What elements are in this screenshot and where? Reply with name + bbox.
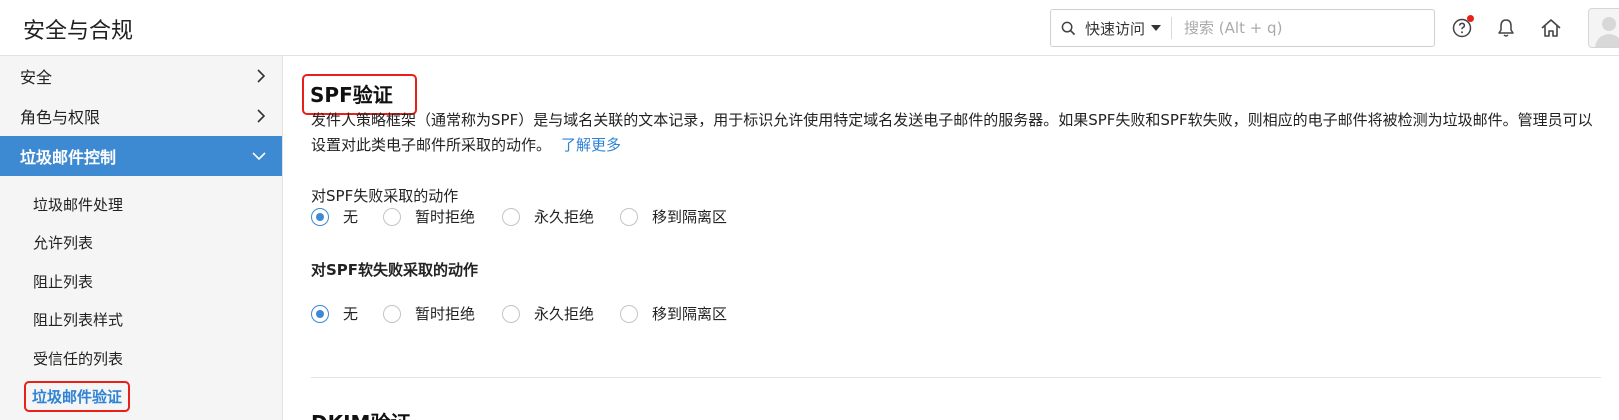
search-icon[interactable] <box>1051 21 1085 36</box>
avatar[interactable] <box>1588 8 1619 48</box>
radio-button[interactable] <box>311 207 329 226</box>
option-label: 移到隔离区 <box>652 208 728 226</box>
quick-access-label: 快速访问 <box>1085 19 1146 38</box>
sidebar-subitem-label: 垃圾邮件验证 <box>24 381 131 413</box>
search-input[interactable] <box>1184 19 1405 37</box>
option-label: 永久拒绝 <box>534 305 595 323</box>
sidebar-item-security[interactable]: 安全 <box>0 56 282 96</box>
sidebar-item-label: 安全 <box>20 68 53 87</box>
option-label: 无 <box>343 305 359 323</box>
sidebar-subitem-spam-verification[interactable]: 垃圾邮件验证 <box>0 378 282 417</box>
sidebar-subitem-trusted-list[interactable]: 受信任的列表 <box>0 339 282 378</box>
sidebar-subitem-spam-handling[interactable]: 垃圾邮件处理 <box>0 185 282 224</box>
sidebar-subitem-label: 阻止列表样式 <box>33 311 124 330</box>
sidebar-item-roles-permissions[interactable]: 角色与权限 <box>0 96 282 136</box>
radio-button[interactable] <box>502 304 520 323</box>
caret-down-icon <box>1151 25 1162 31</box>
spf-fail-option-perm-reject[interactable]: 永久拒绝 <box>502 206 620 227</box>
app-title: 安全与合规 <box>23 19 134 44</box>
radio-button[interactable] <box>383 207 401 226</box>
option-label: 暂时拒绝 <box>415 208 476 226</box>
user-icon <box>1595 17 1619 47</box>
radio-button[interactable] <box>383 304 401 323</box>
sidebar-item-label: 角色与权限 <box>20 108 101 127</box>
description-text: 发件人策略框架（通常称为SPF）是与域名关联的文本记录，用于标识允许使用特定域名… <box>311 111 1593 154</box>
section-divider <box>311 377 1601 378</box>
chevron-right-icon <box>257 69 266 83</box>
option-label: 暂时拒绝 <box>415 305 476 323</box>
sidebar-item-label: 垃圾邮件控制 <box>20 148 117 167</box>
spf-fail-action-label: 对SPF失败采取的动作 <box>311 187 459 205</box>
notification-dot <box>1467 15 1474 22</box>
sidebar-subitem-allow-list[interactable]: 允许列表 <box>0 224 282 263</box>
sidebar-subitem-label: 阻止列表 <box>33 272 94 291</box>
spf-fail-option-temp-reject[interactable]: 暂时拒绝 <box>383 206 502 227</box>
top-header: 安全与合规 快速访问 <box>0 0 1619 56</box>
search-bar[interactable]: 快速访问 <box>1050 9 1435 47</box>
section-description: 发件人策略框架（通常称为SPF）是与域名关联的文本记录，用于标识允许使用特定域名… <box>311 108 1601 158</box>
chevron-down-icon <box>252 152 266 161</box>
learn-more-link[interactable]: 了解更多 <box>561 136 621 154</box>
option-label: 永久拒绝 <box>534 208 595 226</box>
radio-button[interactable] <box>311 304 329 323</box>
spf-softfail-option-temp-reject[interactable]: 暂时拒绝 <box>383 303 502 324</box>
bell-icon <box>1498 19 1514 37</box>
home-button[interactable] <box>1538 15 1564 41</box>
option-label: 无 <box>343 208 359 226</box>
sidebar-subitem-label: 垃圾邮件处理 <box>33 195 124 214</box>
spf-softfail-option-quarantine[interactable]: 移到隔离区 <box>620 303 727 324</box>
notifications-button[interactable] <box>1493 15 1519 41</box>
spf-fail-option-quarantine[interactable]: 移到隔离区 <box>620 206 727 227</box>
sidebar-subitem-block-list-patterns[interactable]: 阻止列表样式 <box>0 301 282 340</box>
main-content: SPF验证 发件人策略框架（通常称为SPF）是与域名关联的文本记录，用于标识允许… <box>284 56 1619 420</box>
radio-button[interactable] <box>620 304 638 323</box>
sidebar-subitem-block-list[interactable]: 阻止列表 <box>0 262 282 301</box>
quick-access-dropdown[interactable]: 快速访问 <box>1085 17 1173 39</box>
sidebar-subitem-label: 受信任的列表 <box>33 349 124 368</box>
spf-fail-action-group: 无 暂时拒绝 永久拒绝 移到隔离区 <box>311 206 727 227</box>
home-icon <box>1541 19 1561 37</box>
spf-softfail-action-label: 对SPF软失败采取的动作 <box>311 261 479 279</box>
spf-softfail-action-group: 无 暂时拒绝 永久拒绝 移到隔离区 <box>311 303 727 324</box>
spf-softfail-option-perm-reject[interactable]: 永久拒绝 <box>502 303 620 324</box>
sidebar-item-spam-control[interactable]: 垃圾邮件控制 <box>0 136 282 176</box>
chevron-right-icon <box>257 109 266 123</box>
option-label: 移到隔离区 <box>652 305 728 323</box>
radio-button[interactable] <box>620 207 638 226</box>
spf-softfail-option-none[interactable]: 无 <box>311 303 383 324</box>
spf-fail-option-none[interactable]: 无 <box>311 206 383 227</box>
sidebar: 安全 角色与权限 垃圾邮件控制 垃圾邮件处理 允许列表 阻止列表 阻止列表样式 … <box>0 56 283 420</box>
help-button[interactable] <box>1449 15 1475 41</box>
dkim-section-title: DKIM验证 <box>311 407 410 420</box>
radio-button[interactable] <box>502 207 520 226</box>
sidebar-subitem-label: 允许列表 <box>33 234 94 253</box>
